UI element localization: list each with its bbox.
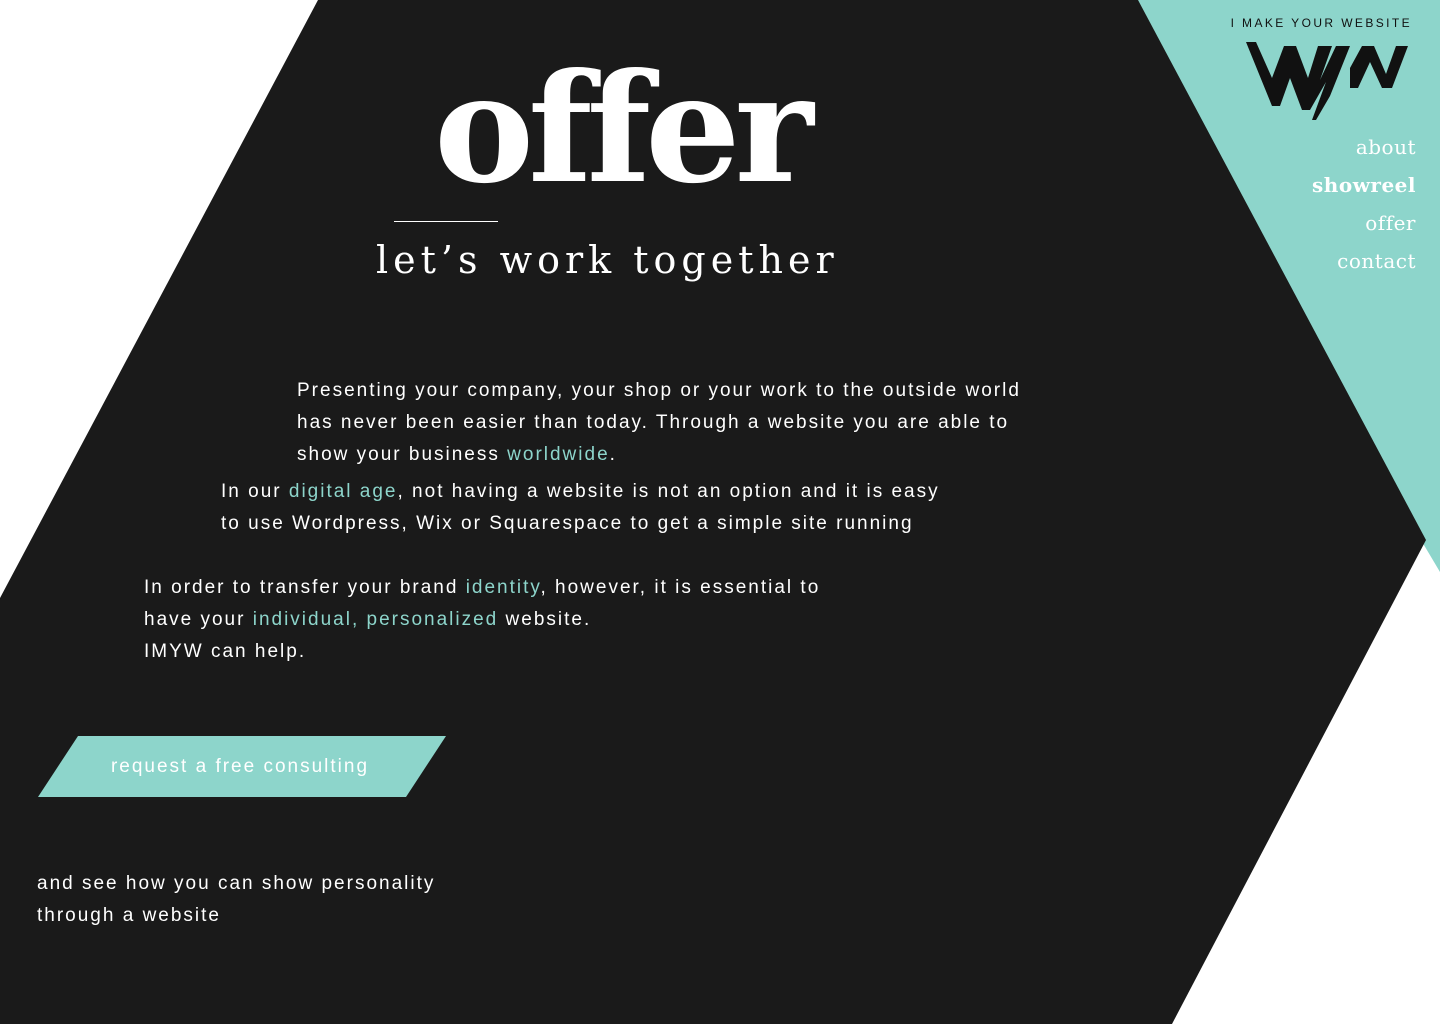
footer-note: and see how you can show personality thro… (37, 868, 497, 932)
p3-text: In order to transfer your brand (144, 577, 466, 598)
p2-text: In our (221, 481, 289, 502)
p1-highlight: worldwide (507, 444, 610, 465)
intro-paragraph-3: In order to transfer your brand identity… (144, 572, 864, 668)
p1-text: Presenting your company, your shop or yo… (297, 380, 1021, 465)
nav-item-showreel[interactable]: showreel (1312, 166, 1416, 204)
p3-highlight-personalized: individual, personalized (252, 609, 499, 630)
p2-highlight: digital age (288, 481, 398, 502)
nav-item-contact[interactable]: contact (1312, 242, 1416, 280)
brand-tagline: I MAKE YOUR WEBSITE (1230, 16, 1412, 30)
imyw-logo-icon[interactable] (1246, 38, 1408, 120)
nav-item-about[interactable]: about (1312, 128, 1416, 166)
p3-highlight-identity: identity (465, 577, 541, 598)
p1-end: . (609, 444, 617, 465)
intro-paragraph-1: Presenting your company, your shop or yo… (297, 375, 1057, 471)
main-nav: about showreel offer contact (1312, 128, 1416, 280)
request-consulting-button[interactable]: request a free consulting (38, 736, 446, 797)
title-divider (394, 221, 498, 222)
page-title: offer (434, 41, 814, 217)
p3-end: website. (498, 609, 592, 630)
page-subtitle: let’s work together (376, 238, 839, 282)
footer-line-1: and see how you can show personality (37, 873, 436, 894)
p3-last-line: IMYW can help. (144, 641, 307, 662)
cta-label: request a free consulting (110, 755, 370, 777)
intro-paragraph-2: In our digital age, not having a website… (221, 476, 941, 540)
footer-line-2: through a website (37, 905, 221, 926)
nav-item-offer[interactable]: offer (1312, 204, 1416, 242)
